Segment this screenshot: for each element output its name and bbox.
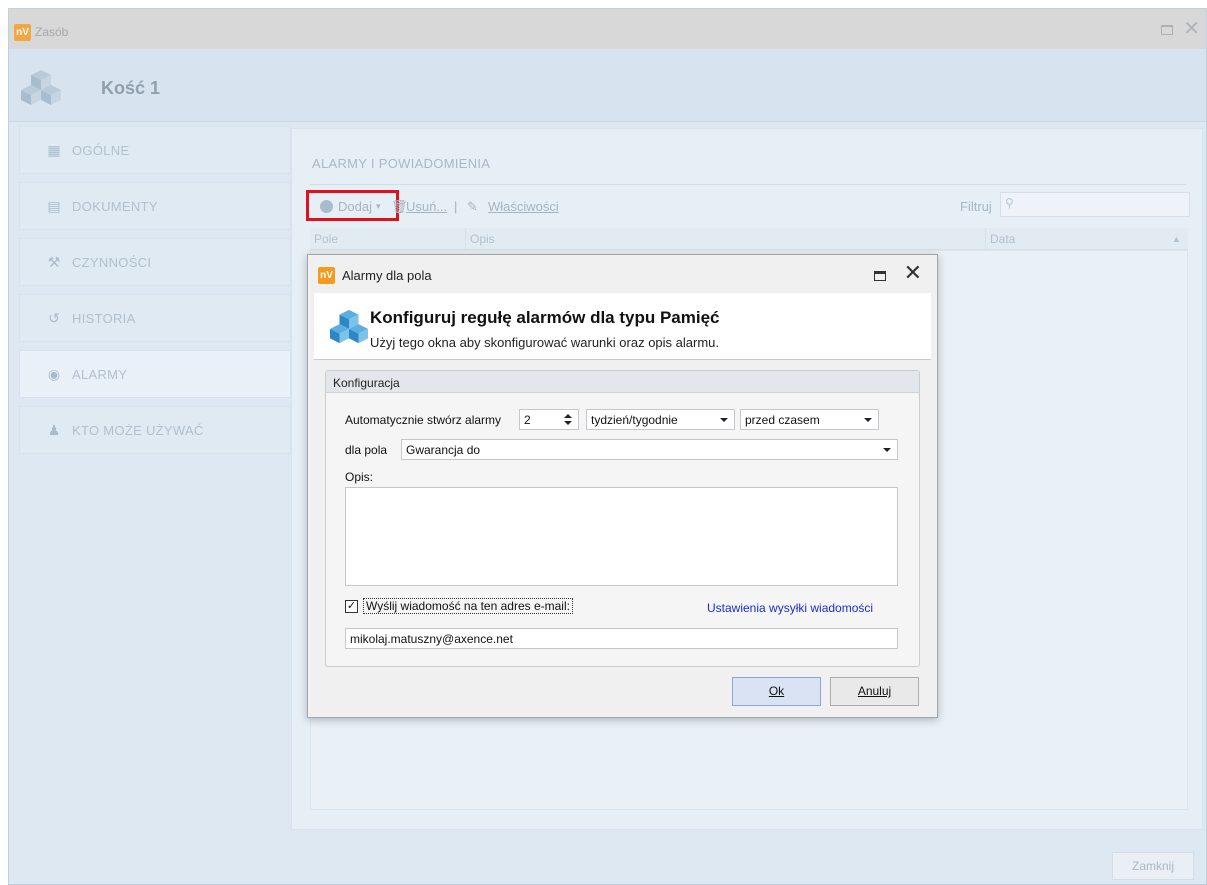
add-button[interactable]: Dodaj [338,199,372,214]
chevron-down-icon [883,448,891,452]
delete-button[interactable]: Usuń... [406,199,447,214]
grid-header: Pole Opis Data ▲ [310,228,1188,250]
configuration-title: Konfiguracja [333,376,400,390]
section-divider [310,184,1186,185]
sidebar-item-label: KTO MOŻE UŻYWAĆ [72,423,204,438]
cancel-button-label: Anuluj [857,684,892,698]
count-stepper[interactable]: 2 [519,409,579,430]
configuration-group: Konfiguracja Automatycznie stwórz alarmy… [325,370,920,667]
history-icon: ↺ [48,310,60,326]
chevron-down-icon [864,418,872,422]
cancel-button[interactable]: Anuluj [830,677,919,706]
column-header-date[interactable]: Data [990,232,1015,246]
sidebar-item-label: DOKUMENTY [72,199,158,214]
section-title: ALARMY I POWIADOMIENIA [312,156,491,171]
maximize-icon[interactable] [874,271,886,281]
sidebar-item-label: OGÓLNE [72,143,130,158]
sidebar-item-label: HISTORIA [72,311,136,326]
document-icon: ▤ [47,198,61,214]
field-select[interactable]: Gwarancja do [401,439,898,460]
column-divider [465,228,466,250]
sidebar: ▦ OGÓLNE ▤ DOKUMENTY ⚒ CZYNNOŚCI ↺ HISTO… [19,126,291,462]
user-icon: ♟ [47,422,61,438]
chevron-down-icon[interactable]: ▾ [376,201,381,212]
sidebar-item-who-can-use[interactable]: ♟ KTO MOŻE UŻYWAĆ [19,406,291,454]
close-icon[interactable]: ✕ [1183,19,1200,39]
email-field[interactable]: mikolaj.matuszny@axence.net [345,628,898,649]
timing-value: przed czasem [745,413,820,427]
filter-input[interactable]: ⚲ [1000,192,1190,217]
ok-button-label: Ok [768,684,785,698]
timing-select[interactable]: przed czasem [740,409,879,430]
column-header-description[interactable]: Opis [470,232,495,246]
resource-title: Kość 1 [101,78,161,98]
dialog-banner: Konfiguruj regułę alarmów dla typu Pamię… [314,293,931,360]
unit-select[interactable]: tydzień/tygodnie [586,409,735,430]
filter-label: Filtruj [960,199,992,214]
email-checkbox[interactable]: ✓ [345,600,358,613]
pencil-icon[interactable]: ✎ [467,199,478,215]
spin-down-icon[interactable] [564,421,572,425]
sidebar-item-alarms[interactable]: ◉ ALARMY [19,350,291,398]
cubes-icon [330,309,368,344]
wrench-icon: ⚒ [47,254,61,270]
sort-up-icon: ▲ [1172,234,1181,244]
sidebar-item-label: ALARMY [72,367,128,382]
description-label: Opis: [345,470,374,484]
email-checkbox-label[interactable]: Wyślij wiadomość na ten adres e-mail: [363,598,573,614]
unit-value: tydzień/tygodnie [591,413,678,427]
sidebar-item-activities[interactable]: ⚒ CZYNNOŚCI [19,238,291,286]
column-header-field[interactable]: Pole [314,232,338,246]
field-value: Gwarancja do [406,443,481,457]
auto-create-label: Automatycznie stwórz alarmy [345,413,502,427]
count-value: 2 [524,413,531,427]
sidebar-item-history[interactable]: ↺ HISTORIA [19,294,291,342]
configuration-header: Konfiguracja [326,371,919,393]
add-icon[interactable] [320,200,333,213]
sidebar-item-label: CZYNNOŚCI [72,255,152,270]
field-label: dla pola [345,443,388,457]
general-icon: ▦ [47,142,61,158]
maximize-icon[interactable] [1161,25,1173,35]
sidebar-item-documents[interactable]: ▤ DOKUMENTY [19,182,291,230]
dialog-titlebar: nV Alarmy dla pola ✕ [308,255,937,291]
alarm-rule-dialog: nV Alarmy dla pola ✕ Konfiguruj regułę a… [307,254,938,718]
ok-button[interactable]: Ok [732,677,821,706]
window-title: Zasób [35,25,69,39]
search-icon: ⚲ [1005,196,1014,210]
column-divider [985,228,986,250]
alarm-icon: ◉ [47,366,61,382]
description-textarea[interactable] [345,487,898,586]
close-window-button[interactable]: Zamknij [1112,852,1194,880]
email-value: mikolaj.matuszny@axence.net [350,632,513,646]
spin-up-icon[interactable] [564,414,572,418]
dialog-subtitle: Użyj tego okna aby skonfigurować warunki… [370,335,720,350]
app-logo: nV [318,267,335,284]
dialog-title: Alarmy dla pola [342,268,432,283]
sidebar-item-general[interactable]: ▦ OGÓLNE [19,126,291,174]
dialog-heading: Konfiguruj regułę alarmów dla typu Pamię… [370,308,720,327]
toolbar-separator: | [454,199,458,214]
app-logo: nV [14,24,31,41]
resource-header: Kość 1 [9,49,1206,122]
window-titlebar: nV Zasób ✕ [9,9,1206,49]
properties-button[interactable]: Właściwości [488,199,559,214]
send-settings-link[interactable]: Ustawienia wysyłki wiadomości [707,601,873,615]
cubes-icon [21,70,61,105]
close-icon[interactable]: ✕ [904,262,922,284]
chevron-down-icon [720,418,728,422]
